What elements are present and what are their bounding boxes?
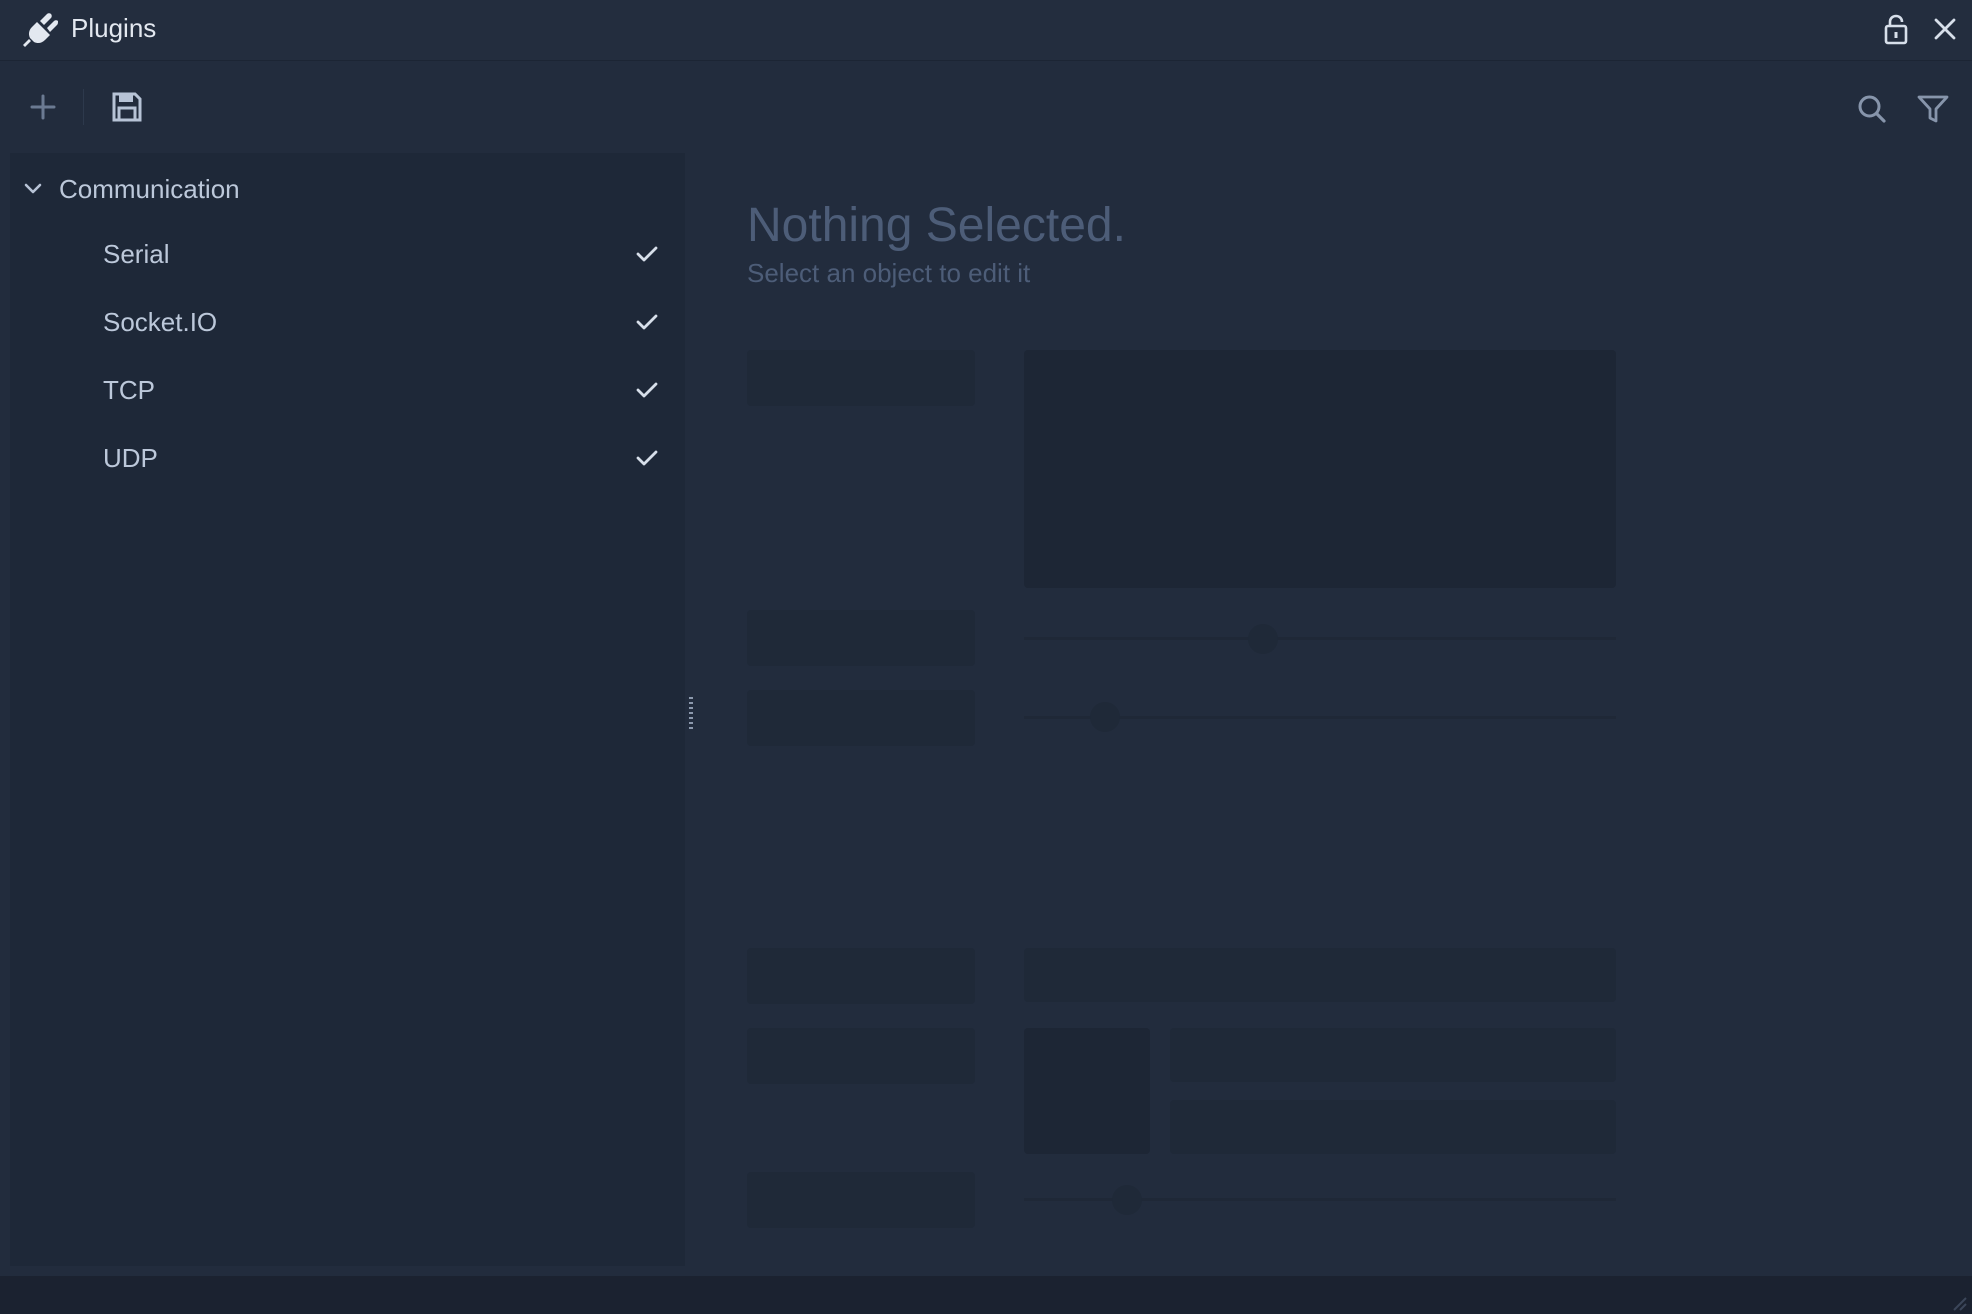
add-icon[interactable] [28, 92, 58, 122]
plugin-item-socketio[interactable]: Socket.IO [10, 293, 685, 353]
placeholder-slider-track [1024, 637, 1616, 640]
placeholder-field [1170, 1100, 1616, 1154]
checkmark-icon[interactable] [635, 446, 659, 470]
placeholder-label [747, 690, 975, 746]
toolbar-separator [83, 89, 84, 125]
close-icon[interactable] [1930, 14, 1960, 44]
toolbar [0, 61, 1972, 151]
placeholder-swatch [1024, 1028, 1150, 1154]
plugin-label: UDP [103, 443, 158, 473]
search-icon[interactable] [1857, 94, 1887, 124]
status-bar [0, 1276, 1972, 1314]
window-title: Plugins [71, 13, 157, 43]
group-label: Communication [59, 174, 240, 204]
placeholder-label [747, 350, 975, 406]
filter-icon[interactable] [1917, 94, 1949, 124]
plugin-item-serial[interactable]: Serial [10, 225, 685, 285]
checkmark-icon[interactable] [635, 242, 659, 266]
empty-state-subtitle: Select an object to edit it [747, 258, 1031, 288]
plugin-list-panel: Communication Serial Socket.IO TCP UDP [10, 153, 685, 1266]
title-bar: Plugins [0, 0, 1972, 61]
placeholder-field [1024, 948, 1616, 1002]
chevron-down-icon [23, 179, 43, 199]
empty-state-title: Nothing Selected. [747, 199, 1126, 252]
panel-splitter-handle[interactable] [689, 697, 693, 731]
lock-icon[interactable] [1883, 13, 1911, 45]
save-icon[interactable] [112, 91, 142, 123]
placeholder-slider-knob [1090, 702, 1120, 732]
group-communication[interactable]: Communication [10, 167, 685, 211]
placeholder-slider-knob [1248, 624, 1278, 654]
plugin-label: TCP [103, 375, 155, 405]
checkmark-icon[interactable] [635, 378, 659, 402]
checkmark-icon[interactable] [635, 310, 659, 334]
plug-icon [20, 10, 58, 48]
placeholder-label [747, 1172, 975, 1228]
placeholder-label [747, 1028, 975, 1084]
placeholder-preview [1024, 350, 1616, 588]
placeholder-label [747, 610, 975, 666]
placeholder-slider-knob [1112, 1185, 1142, 1215]
plugin-label: Socket.IO [103, 307, 218, 337]
plugin-label: Serial [103, 239, 170, 269]
placeholder-field [1170, 1028, 1616, 1082]
plugin-item-udp[interactable]: UDP [10, 429, 685, 489]
placeholder-label [747, 948, 975, 1004]
resize-grip-icon[interactable] [1946, 1290, 1968, 1312]
plugin-item-tcp[interactable]: TCP [10, 361, 685, 421]
